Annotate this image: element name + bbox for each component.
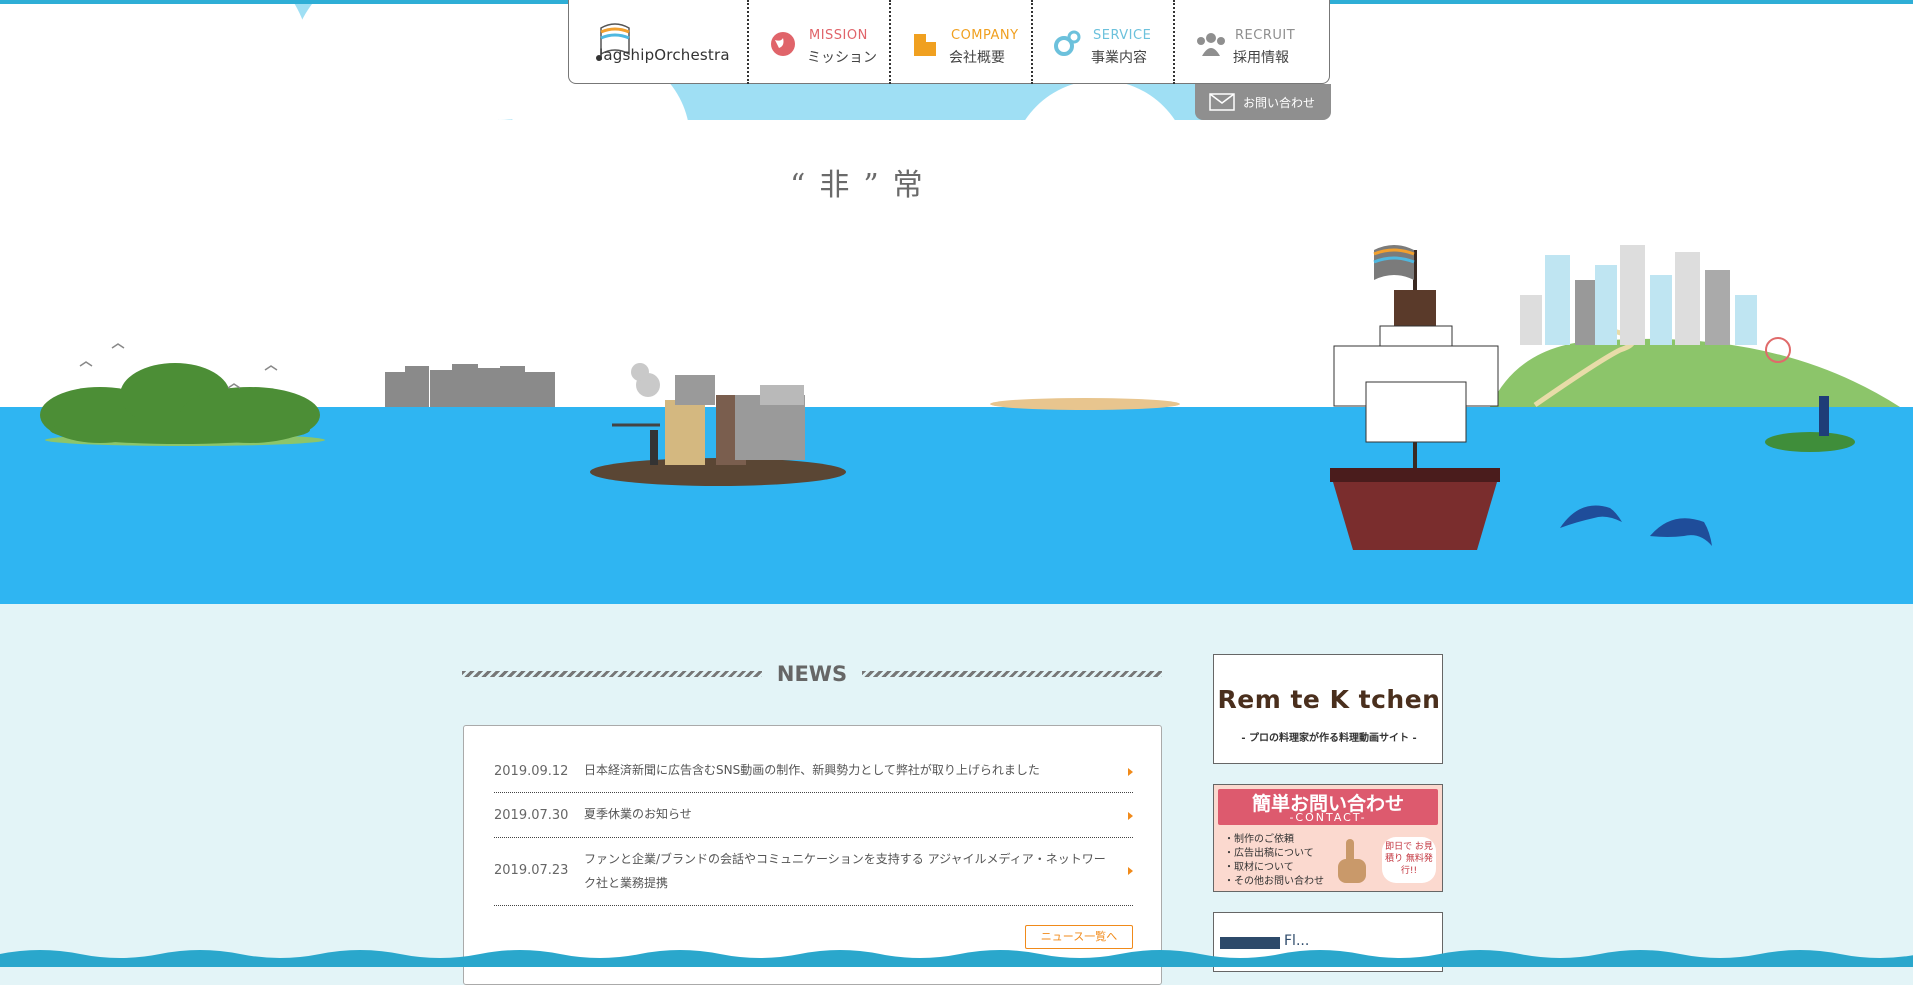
nav-company-en: COMPANY	[951, 27, 1019, 43]
global-nav: lagshipOrchestra MISSION ミッション COMPANY 会…	[568, 0, 1330, 84]
nav-service-en: SERVICE	[1093, 27, 1152, 43]
nav-mission[interactable]: MISSION ミッション	[747, 0, 889, 84]
nav-company[interactable]: COMPANY 会社概要	[889, 0, 1031, 84]
remote-kitchen-sub: - プロの料理家が作る料理動画サイト -	[1241, 733, 1417, 744]
logo[interactable]: lagshipOrchestra	[569, 0, 747, 84]
hero-illustration: “非”常	[0, 0, 1913, 604]
arrow-right-icon	[1128, 867, 1133, 875]
news-date: 2019.07.23	[494, 863, 569, 878]
news-text: ファンと企業/ブランドの会話やコミュニケーションを支持する アジャイルメディア・…	[584, 852, 1106, 890]
nav-recruit[interactable]: RECRUIT 採用情報	[1173, 0, 1315, 84]
contact-tab-label: お問い合わせ	[1243, 96, 1316, 110]
news-date: 2019.09.12	[494, 764, 569, 779]
list-item: ・広告出稿について	[1224, 848, 1314, 859]
list-item: ・その他お問い合わせ	[1224, 876, 1324, 887]
people-icon	[1197, 32, 1225, 56]
contact-banner-sub: -CONTACT-	[1289, 811, 1367, 824]
contact-banner[interactable]: 簡単お問い合わせ -CONTACT- ・制作のご依頼 ・広告出稿について ・取材…	[1213, 784, 1443, 892]
contact-banner-bubble: 即日で お見積り 無料発行!!	[1382, 837, 1436, 883]
news-date: 2019.07.30	[494, 808, 569, 823]
arrow-right-icon	[1128, 768, 1133, 776]
nav-mission-en: MISSION	[809, 27, 868, 43]
news-title: NEWS	[776, 662, 848, 686]
arrow-right-icon	[1128, 812, 1133, 820]
news-item[interactable]: 2019.09.12 日本経済新聞に広告含むSNS動画の制作、新興勢力として弊社…	[494, 748, 1133, 793]
news-text: 日本経済新聞に広告含むSNS動画の制作、新興勢力として弊社が取り上げられました	[584, 763, 1040, 777]
remote-kitchen-title: Rem te K tchen	[1217, 685, 1441, 714]
nav-company-jp: 会社概要	[949, 49, 1005, 66]
hero-scene	[0, 0, 1913, 604]
nav-recruit-jp: 採用情報	[1233, 49, 1289, 66]
list-item: ・制作のご依頼	[1224, 834, 1294, 845]
news-heading: NEWS	[462, 656, 1162, 692]
nav-service-jp: 事業内容	[1091, 49, 1147, 66]
globe-icon	[771, 31, 795, 56]
mail-icon	[1209, 93, 1235, 111]
nav-service[interactable]: SERVICE 事業内容	[1031, 0, 1173, 84]
nav-mission-jp: ミッション	[807, 49, 877, 66]
bottom-wave	[0, 950, 1913, 967]
building-icon	[914, 33, 936, 56]
news-item[interactable]: 2019.07.30 夏季休業のお知らせ	[494, 792, 1133, 838]
remote-kitchen-banner[interactable]: Rem te K tchen - プロの料理家が作る料理動画サイト -	[1213, 654, 1443, 764]
pointing-hand-icon	[1338, 839, 1366, 883]
contact-tab[interactable]: お問い合わせ	[1195, 84, 1331, 120]
hero-catchphrase: “非”常	[790, 168, 937, 203]
list-item: ・取材について	[1224, 862, 1294, 873]
sand-island	[990, 398, 1180, 410]
contact-banner-list: ・制作のご依頼 ・広告出稿について ・取材について ・その他お問い合わせ	[1224, 833, 1324, 889]
nav-recruit-en: RECRUIT	[1235, 27, 1296, 43]
gears-icon	[1054, 30, 1081, 56]
news-item[interactable]: 2019.07.23 ファンと企業/ブランドの会話やコミュニケーションを支持する…	[494, 837, 1133, 906]
logo-text: lagshipOrchestra	[599, 45, 730, 64]
news-text: 夏季休業のお知らせ	[584, 807, 692, 821]
